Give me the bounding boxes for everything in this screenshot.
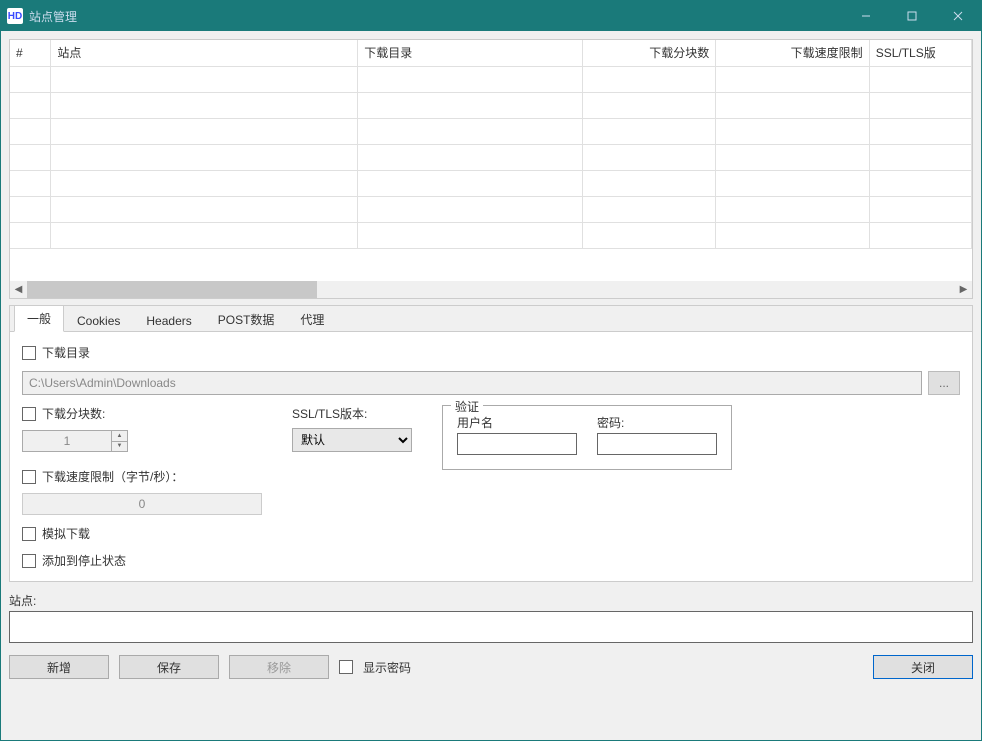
ssl-version-select[interactable]: 默认 <box>292 428 412 452</box>
add-stopped-label: 添加到停止状态 <box>42 552 126 569</box>
table-row[interactable] <box>10 118 972 144</box>
titlebar: HD 站点管理 <box>1 1 981 31</box>
remove-button[interactable]: 移除 <box>229 655 329 679</box>
tabs-container: 一般 Cookies Headers POST数据 代理 下载目录 ... <box>9 305 973 582</box>
password-input[interactable] <box>597 433 717 455</box>
add-stopped-checkbox[interactable] <box>22 554 36 568</box>
close-window-button[interactable] <box>935 1 981 31</box>
bottom-button-bar: 新增 保存 移除 显示密码 关闭 <box>9 655 973 679</box>
speed-limit-input[interactable] <box>22 493 262 515</box>
table-row[interactable] <box>10 92 972 118</box>
col-site[interactable]: 站点 <box>51 40 358 66</box>
download-dir-label: 下载目录 <box>42 344 90 361</box>
tab-strip: 一般 Cookies Headers POST数据 代理 <box>10 306 972 332</box>
tab-cookies[interactable]: Cookies <box>64 309 133 332</box>
add-button[interactable]: 新增 <box>9 655 109 679</box>
col-ssl-version[interactable]: SSL/TLS版 <box>869 40 971 66</box>
site-section: 站点: <box>9 592 973 643</box>
col-download-dir[interactable]: 下载目录 <box>358 40 583 66</box>
scroll-left-icon[interactable]: ◀ <box>10 281 27 298</box>
sites-table[interactable]: # 站点 下载目录 下载分块数 下载速度限制 SSL/TLS版 <box>10 40 972 249</box>
show-password-checkbox[interactable] <box>339 660 353 674</box>
username-input[interactable] <box>457 433 577 455</box>
table-row[interactable] <box>10 170 972 196</box>
parts-spin-up-icon[interactable]: ▲ <box>112 431 127 442</box>
scroll-track[interactable] <box>27 281 955 298</box>
browse-button[interactable]: ... <box>928 371 960 395</box>
table-row[interactable] <box>10 66 972 92</box>
table-row[interactable] <box>10 196 972 222</box>
ssl-label: SSL/TLS版本: <box>292 405 412 422</box>
simulate-download-label: 模拟下载 <box>42 525 90 542</box>
password-label: 密码: <box>597 414 717 431</box>
tab-general[interactable]: 一般 <box>14 305 64 332</box>
site-label: 站点: <box>9 592 973 609</box>
sites-table-container: # 站点 下载目录 下载分块数 下载速度限制 SSL/TLS版 <box>9 39 973 299</box>
scroll-right-icon[interactable]: ▶ <box>955 281 972 298</box>
content-area: # 站点 下载目录 下载分块数 下载速度限制 SSL/TLS版 <box>1 31 981 740</box>
site-input[interactable] <box>9 611 973 643</box>
parts-spinner[interactable]: ▲ ▼ <box>22 430 262 452</box>
col-speed-limit[interactable]: 下载速度限制 <box>716 40 869 66</box>
table-row[interactable] <box>10 144 972 170</box>
site-manager-window: HD 站点管理 <box>0 0 982 741</box>
tab-content-general: 下载目录 ... 下载分块数: ▲ <box>10 332 972 581</box>
tab-post-data[interactable]: POST数据 <box>205 306 288 332</box>
horizontal-scrollbar[interactable]: ◀ ▶ <box>10 281 972 298</box>
parts-label: 下载分块数: <box>42 405 105 422</box>
parts-checkbox[interactable] <box>22 407 36 421</box>
app-logo-icon: HD <box>7 8 23 24</box>
parts-spin-down-icon[interactable]: ▼ <box>112 442 127 452</box>
tab-proxy[interactable]: 代理 <box>287 306 337 332</box>
speed-limit-checkbox[interactable] <box>22 470 36 484</box>
simulate-download-checkbox[interactable] <box>22 527 36 541</box>
show-password-label: 显示密码 <box>363 659 411 676</box>
save-button[interactable]: 保存 <box>119 655 219 679</box>
close-button[interactable]: 关闭 <box>873 655 973 679</box>
auth-legend: 验证 <box>451 398 483 415</box>
parts-input[interactable] <box>22 430 112 452</box>
speed-limit-label: 下载速度限制（字节/秒）： <box>42 468 183 485</box>
download-dir-input[interactable] <box>22 371 922 395</box>
tab-headers[interactable]: Headers <box>133 309 204 332</box>
window-title: 站点管理 <box>29 8 77 25</box>
download-dir-checkbox[interactable] <box>22 346 36 360</box>
minimize-button[interactable] <box>843 1 889 31</box>
col-parts[interactable]: 下载分块数 <box>583 40 716 66</box>
col-index[interactable]: # <box>10 40 51 66</box>
scroll-thumb[interactable] <box>27 281 317 298</box>
username-label: 用户名 <box>457 414 577 431</box>
auth-fieldset: 验证 用户名 密码: <box>442 405 732 470</box>
table-header-row: # 站点 下载目录 下载分块数 下载速度限制 SSL/TLS版 <box>10 40 972 66</box>
table-row[interactable] <box>10 222 972 248</box>
maximize-button[interactable] <box>889 1 935 31</box>
